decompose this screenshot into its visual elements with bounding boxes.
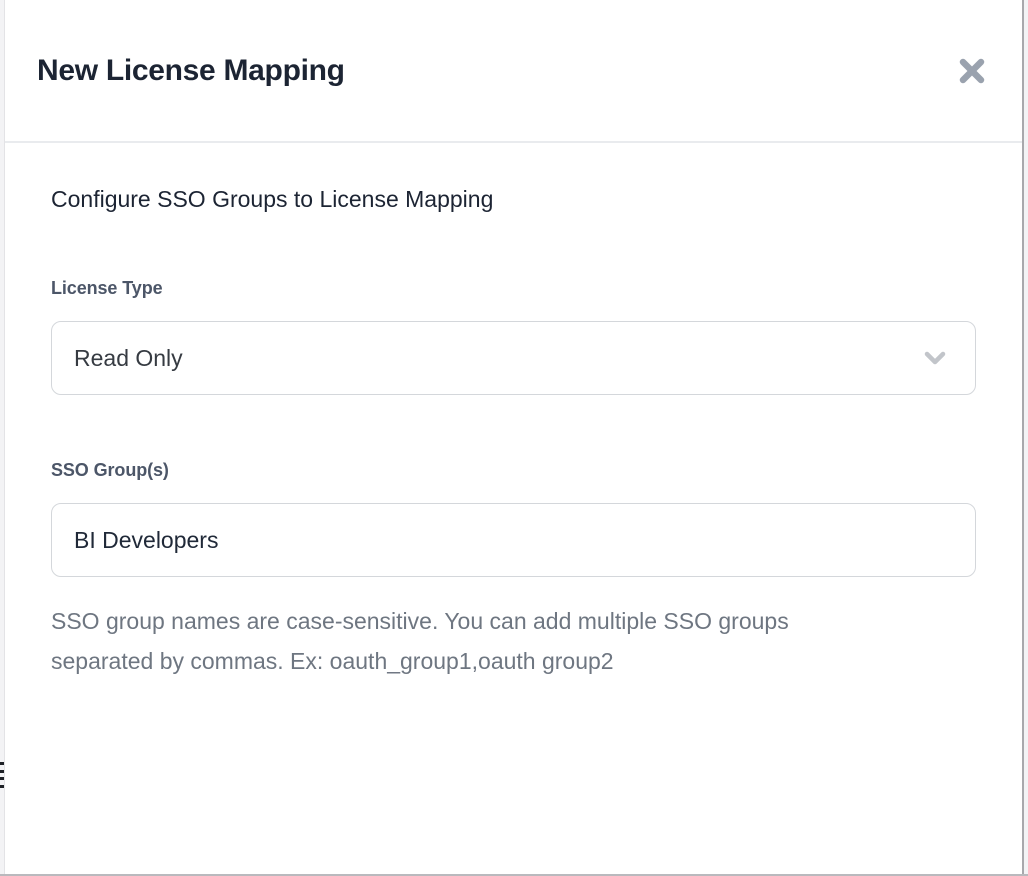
- sso-groups-help-text: SSO group names are case-sensitive. You …: [51, 601, 976, 681]
- modal-title: New License Mapping: [37, 54, 345, 88]
- license-type-label: License Type: [51, 277, 976, 299]
- sso-groups-help-line-2: separated by commas. Ex: oauth_group1,oa…: [51, 641, 976, 681]
- license-type-selected-value: Read Only: [74, 345, 183, 372]
- chevron-down-icon: [921, 344, 949, 372]
- sso-groups-label: SSO Group(s): [51, 459, 976, 481]
- close-icon: [957, 56, 987, 86]
- modal-subtitle: Configure SSO Groups to License Mapping: [51, 185, 976, 213]
- license-type-select[interactable]: Read Only: [51, 321, 976, 395]
- modal-body: Configure SSO Groups to License Mapping …: [5, 143, 1022, 681]
- license-type-field: License Type Read Only: [51, 277, 976, 395]
- sso-groups-input[interactable]: [51, 503, 976, 577]
- modal-header: New License Mapping: [5, 0, 1022, 143]
- new-license-mapping-modal: New License Mapping Configure SSO Groups…: [4, 0, 1024, 874]
- close-button[interactable]: [954, 53, 990, 89]
- sso-groups-help-line-1: SSO group names are case-sensitive. You …: [51, 601, 976, 641]
- sso-groups-field: SSO Group(s) SSO group names are case-se…: [51, 459, 976, 681]
